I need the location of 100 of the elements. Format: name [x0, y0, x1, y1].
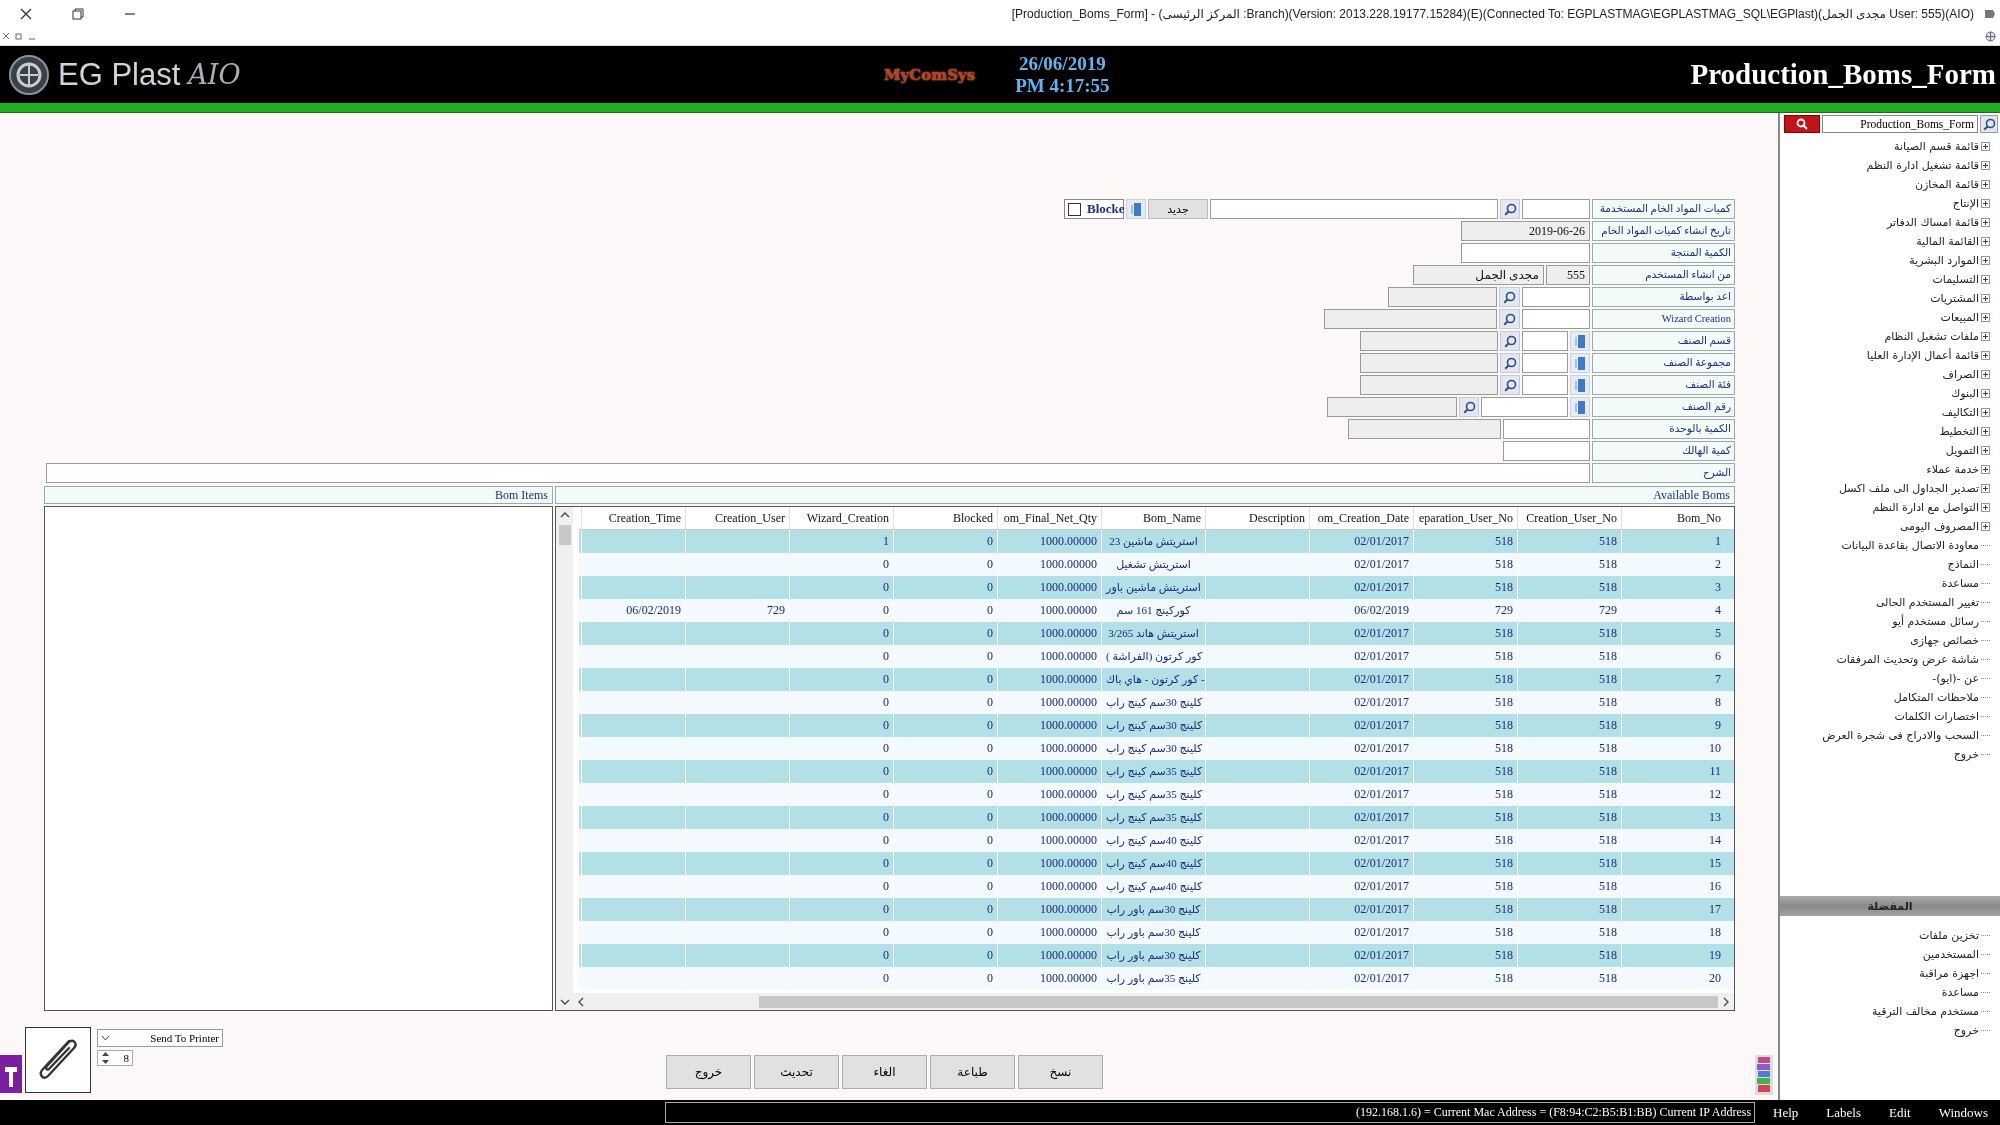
column-header[interactable]: eparation_User_No [1413, 507, 1517, 529]
vertical-scrollbar[interactable] [556, 507, 573, 1010]
expand-icon[interactable] [1981, 389, 1990, 398]
expand-icon[interactable] [1981, 446, 1990, 455]
favorite-item[interactable]: اجهزة مراقبة [1919, 967, 1979, 980]
input-field[interactable] [1522, 375, 1568, 395]
tree-item[interactable]: خصائص جهازى [1910, 634, 1979, 647]
expand-icon[interactable] [1981, 484, 1990, 493]
expand-icon[interactable] [1981, 522, 1990, 531]
tree-item[interactable]: تغيير المستخدم الحالى [1875, 596, 1979, 609]
tree-item[interactable]: قائمة امساك الدفاتر [1886, 216, 1979, 229]
expand-icon[interactable] [1981, 275, 1990, 284]
input-field[interactable] [1522, 199, 1590, 219]
expand-icon[interactable] [1981, 294, 1990, 303]
expand-icon[interactable] [1981, 408, 1990, 417]
tree-item[interactable]: المشتريات [1930, 292, 1979, 305]
search-button[interactable] [1784, 115, 1820, 133]
tree-item[interactable]: معاودة الاتصال بقاعدة البيانات [1841, 539, 1979, 552]
input-field[interactable] [1522, 309, 1590, 329]
menu-item[interactable]: Windows [1938, 1104, 1988, 1121]
tree-item[interactable]: التواصل مع ادارة النظم [1872, 501, 1979, 514]
tree-item[interactable]: رسائل مستخدم أيو [1892, 615, 1979, 628]
favorite-item[interactable]: خروج [1953, 1024, 1979, 1037]
tree-item[interactable]: تصدير الجداول الى ملف اكسل [1838, 482, 1979, 495]
expand-icon[interactable] [1981, 161, 1990, 170]
tree-item[interactable]: المصروف اليومى [1899, 520, 1979, 533]
expand-icon[interactable] [1981, 256, 1990, 265]
tree-item[interactable]: السحب والادراج فى شجرة العرض [1822, 729, 1979, 742]
tree-item[interactable]: البنوك [1951, 387, 1979, 400]
expand-icon[interactable] [1981, 313, 1990, 322]
input-field[interactable] [1503, 419, 1590, 439]
column-header[interactable]: om_Final_Net_Qty [997, 507, 1101, 529]
close-icon[interactable] [20, 8, 32, 20]
spinner-arrows-icon[interactable] [101, 1051, 110, 1065]
tree-item[interactable]: مساعدة [1941, 577, 1979, 590]
tree-item[interactable]: الموارد البشرية [1909, 254, 1979, 267]
tree-item[interactable]: الصراف [1942, 368, 1979, 381]
books-icon[interactable] [1755, 1055, 1773, 1095]
printer-dropdown[interactable]: Send To Printer [97, 1029, 223, 1047]
restore-icon[interactable] [72, 8, 84, 20]
picker-button[interactable] [1126, 199, 1146, 219]
picker-button[interactable] [1570, 397, 1590, 417]
favorite-item[interactable]: مساعدة [1941, 986, 1979, 999]
tree-item[interactable]: قائمة تشغيل ادارة النظم [1866, 159, 1979, 172]
bookmark-icon[interactable] [0, 1055, 22, 1093]
scroll-right-icon[interactable] [1722, 996, 1730, 1007]
tree-item[interactable]: التخطيط [1939, 425, 1979, 438]
action-button[interactable]: نسخ [1018, 1055, 1103, 1089]
tree-item[interactable]: خدمة عملاء [1926, 463, 1979, 476]
scroll-left-icon[interactable] [577, 996, 585, 1007]
scroll-up-icon[interactable] [559, 511, 570, 519]
input-field[interactable] [1522, 353, 1568, 373]
tree-item[interactable]: التكاليف [1941, 406, 1979, 419]
tree-item[interactable]: النماذج [1947, 558, 1979, 571]
tree-item[interactable]: قائمة أعمال الإدارة العليا [1866, 349, 1979, 362]
column-header[interactable]: Creation_User_No [1517, 507, 1621, 529]
expand-icon[interactable] [1981, 332, 1990, 341]
menu-item[interactable]: Help [1773, 1104, 1799, 1121]
expand-icon[interactable] [1981, 465, 1990, 474]
column-header[interactable]: Wizard_Creation [789, 507, 893, 529]
column-header[interactable]: Creation_Time [581, 507, 685, 529]
input-field[interactable] [1522, 331, 1568, 351]
tree-item[interactable]: خروج [1953, 748, 1979, 761]
tree-item[interactable]: قائمة المخازن [1914, 178, 1979, 191]
copies-spinner[interactable]: 8 [97, 1050, 133, 1066]
favorite-item[interactable]: مستخدم مخالف الترقية [1871, 1005, 1979, 1018]
input-field[interactable] [46, 463, 1590, 483]
action-button[interactable]: تحديث [754, 1055, 839, 1089]
action-button[interactable]: طباعة [930, 1055, 1015, 1089]
menu-item[interactable]: Edit [1889, 1104, 1911, 1121]
picker-button[interactable] [1570, 375, 1590, 395]
scroll-down-icon[interactable] [559, 998, 570, 1006]
scroll-thumb[interactable] [759, 995, 1718, 1008]
favorite-item[interactable]: المستخدمين [1922, 948, 1979, 961]
horizontal-scrollbar[interactable] [573, 993, 1734, 1010]
tree-item[interactable]: ملاحظات المتكامل [1893, 691, 1979, 704]
expand-icon[interactable] [1981, 427, 1990, 436]
input-field[interactable] [1461, 243, 1590, 263]
action-button[interactable]: الغاء [842, 1055, 927, 1089]
checkbox[interactable] [1068, 202, 1081, 216]
favorite-item[interactable]: تخزين ملفات [1919, 929, 1979, 942]
picker-button[interactable] [1570, 331, 1590, 351]
search-button[interactable] [1980, 115, 1998, 133]
expand-icon[interactable] [1981, 370, 1990, 379]
menu-item[interactable]: Labels [1826, 1104, 1861, 1121]
tree-item[interactable]: قائمة قسم الصيانة [1894, 140, 1979, 153]
tree-item[interactable]: عن -(ايو)- [1932, 672, 1979, 685]
tree-item[interactable]: التسليمات [1932, 273, 1979, 286]
expand-icon[interactable] [1981, 199, 1990, 208]
column-header[interactable]: Creation_User [685, 507, 789, 529]
expand-icon[interactable] [1981, 503, 1990, 512]
column-header[interactable]: Blocked [893, 507, 997, 529]
expand-icon[interactable] [1981, 351, 1990, 360]
picker-button[interactable] [1570, 353, 1590, 373]
expand-icon[interactable] [1981, 142, 1990, 151]
tree-item[interactable]: اختصارات الكلمات [1894, 710, 1979, 723]
column-header[interactable]: Bom_No [1621, 507, 1725, 529]
tree-item[interactable]: القائمة المالية [1916, 235, 1979, 248]
input-field[interactable] [1503, 441, 1590, 461]
scroll-thumb[interactable] [558, 525, 571, 545]
